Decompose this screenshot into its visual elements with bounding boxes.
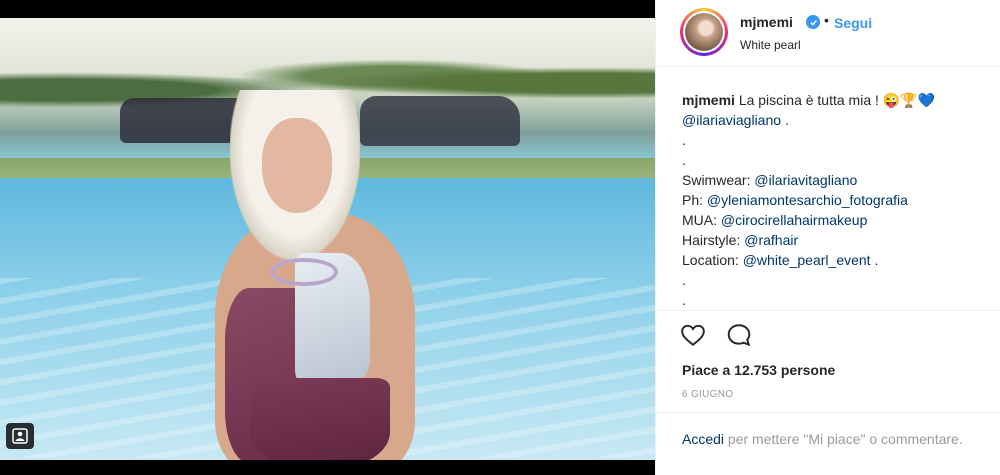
divider	[656, 310, 1000, 312]
likes-count[interactable]: Piace a 12.753 persone	[682, 362, 835, 378]
login-link[interactable]: Accedi	[682, 431, 724, 447]
separator-dot: •	[824, 12, 829, 28]
credit-mua: MUA: @cirocirellahairmakeup	[682, 212, 868, 228]
post-side-panel: mjmemi • Segui White pearl mjmemi La pis…	[655, 0, 1000, 475]
mention-link[interactable]: @yleniamontesarchio_fotografia	[707, 192, 908, 208]
credit-hairstyle: Hairstyle: @rafhair	[682, 232, 799, 248]
caption-username[interactable]: mjmemi	[682, 92, 735, 108]
login-prompt: Accedi per mettere "Mi piace" o commenta…	[682, 429, 982, 449]
post-caption: mjmemi La piscina è tutta mia ! 😜🏆💙 @ila…	[682, 90, 982, 310]
mention-link[interactable]: @white_pearl_event	[743, 252, 871, 268]
comment-bubble-icon[interactable]	[726, 322, 754, 350]
mention-link[interactable]: @rafhair	[744, 232, 798, 248]
avatar[interactable]	[680, 8, 728, 56]
heart-icon[interactable]	[680, 322, 708, 350]
divider	[656, 412, 1000, 413]
mention-link[interactable]: @cirocirellahairmakeup	[721, 212, 868, 228]
credit-location: Location: @white_pearl_event .	[682, 252, 879, 268]
verified-badge-icon	[806, 15, 820, 29]
credit-swimwear: Swimwear: @ilariavitagliano	[682, 172, 858, 188]
login-prompt-text: per mettere "Mi piace" o commentare.	[727, 431, 963, 447]
credit-photographer: Ph: @yleniamontesarchio_fotografia	[682, 192, 908, 208]
post-username[interactable]: mjmemi	[740, 14, 793, 30]
mention-link[interactable]: @ilariavitagliano	[754, 172, 857, 188]
post-photo[interactable]	[0, 0, 655, 475]
location-link[interactable]: White pearl	[740, 38, 801, 52]
post-date: 6 GIUGNO	[682, 389, 734, 400]
post-header: mjmemi • Segui White pearl	[656, 0, 1000, 67]
mention-link[interactable]: @ilariaviagliano	[682, 112, 781, 128]
pool-photo-image	[0, 18, 655, 460]
follow-button[interactable]: Segui	[834, 15, 872, 31]
caption-text: La piscina è tutta mia !	[738, 92, 879, 108]
person-tag-icon[interactable]	[6, 423, 34, 449]
caption-emojis: 😜🏆💙	[882, 92, 936, 108]
